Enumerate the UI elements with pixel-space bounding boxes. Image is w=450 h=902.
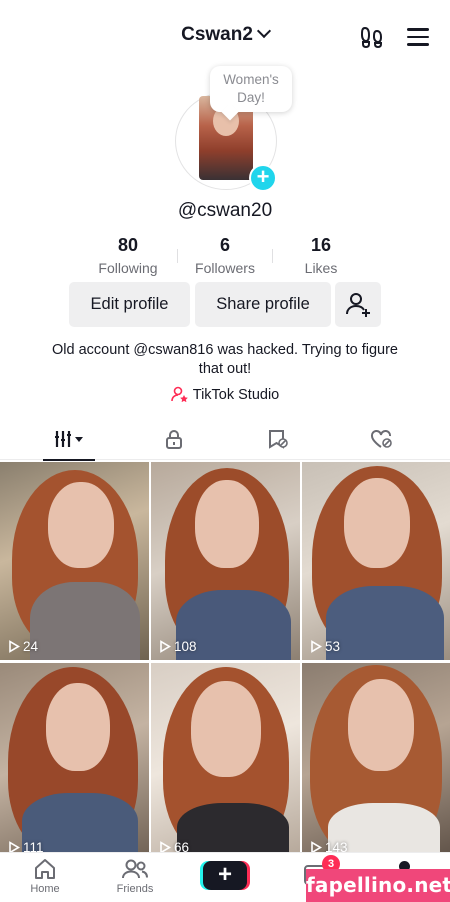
tab-liked[interactable] (326, 424, 438, 460)
heart-hidden-icon (371, 429, 392, 448)
nav-home[interactable]: Home (10, 857, 80, 895)
video-thumbnail[interactable]: 53 (302, 462, 450, 660)
username-label: Cswan2 (181, 24, 253, 45)
play-icon (160, 640, 172, 653)
nav-home-label: Home (30, 883, 60, 895)
tiktok-studio-link[interactable]: TikTok Studio (0, 386, 450, 403)
bubble-text-line1: Women's (223, 72, 279, 87)
view-count: 24 (8, 639, 38, 654)
profile-handle: @cswan20 (177, 200, 273, 221)
footprints-icon[interactable] (360, 26, 384, 49)
video-thumbnail[interactable]: 111 (0, 663, 149, 852)
stat-label: Followers (195, 260, 255, 276)
studio-person-icon (170, 386, 188, 403)
play-icon (311, 640, 323, 653)
watermark: fapellino.net (306, 869, 450, 902)
add-person-icon (346, 293, 370, 317)
home-icon (35, 859, 55, 879)
video-thumbnail[interactable]: 24 (0, 462, 149, 660)
lock-icon (166, 430, 182, 449)
stat-value: 6 (219, 235, 230, 255)
hamburger-menu-icon[interactable] (407, 28, 429, 46)
stat-value: 80 (117, 235, 139, 255)
video-grid: 24 108 53 111 66 143 (0, 462, 450, 852)
video-thumbnail[interactable]: 66 (151, 663, 300, 852)
stat-likes[interactable]: 16 Likes (271, 234, 371, 276)
studio-label: TikTok Studio (192, 387, 280, 403)
add-friends-button[interactable] (335, 282, 381, 327)
create-post-button[interactable]: + (203, 861, 247, 890)
bio-line: Old account @cswan816 was hacked. Trying… (52, 342, 398, 358)
nav-friends-label: Friends (116, 883, 154, 895)
edit-profile-button[interactable]: Edit profile (69, 282, 190, 327)
status-bubble[interactable]: Women's Day! (210, 66, 292, 112)
bubble-text-line2: Day! (237, 90, 265, 105)
nav-friends[interactable]: Friends (100, 857, 170, 895)
bookmark-icon (269, 430, 288, 449)
videos-grid-icon (55, 431, 83, 447)
stat-value: 16 (310, 235, 332, 255)
share-profile-button[interactable]: Share profile (195, 282, 331, 327)
profile-bio: Old account @cswan816 was hacked. Trying… (30, 341, 420, 379)
play-icon (9, 841, 21, 852)
top-bar: Cswan2 (0, 0, 450, 72)
tab-saved[interactable] (222, 424, 334, 460)
tab-videos[interactable] (13, 424, 125, 461)
stat-label: Following (98, 260, 158, 276)
bio-line: that out! (198, 361, 252, 377)
view-count: 66 (159, 840, 189, 852)
video-thumbnail[interactable]: 108 (151, 462, 300, 660)
stat-label: Likes (304, 260, 338, 276)
content-tabs (0, 424, 450, 461)
stat-followers[interactable]: 6 Followers (175, 234, 275, 276)
active-tab-indicator (43, 459, 95, 461)
video-thumbnail[interactable]: 143 (302, 663, 450, 852)
add-story-plus-icon[interactable]: + (249, 164, 277, 192)
tab-private[interactable] (118, 424, 230, 460)
chevron-down-icon (256, 23, 271, 39)
view-count: 108 (159, 639, 197, 654)
view-count: 143 (310, 840, 348, 852)
view-count: 53 (310, 639, 340, 654)
view-count: 111 (8, 840, 44, 852)
friends-icon (122, 859, 148, 879)
stat-following[interactable]: 80 Following (78, 234, 178, 276)
play-icon (9, 640, 21, 653)
play-icon (311, 841, 323, 852)
play-icon (160, 841, 172, 852)
